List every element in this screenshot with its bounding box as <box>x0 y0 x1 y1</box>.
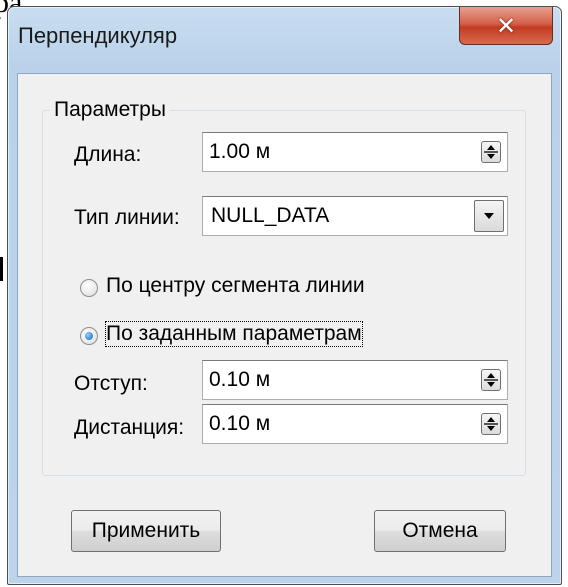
parameters-group-label: Параметры <box>50 98 170 122</box>
distance-field[interactable]: 0.10 м <box>202 404 508 444</box>
window-title: Перпендикуляр <box>18 23 178 48</box>
dialog-window: Перпендикуляр ✕ Параметры Длина: 1.00 м … <box>7 6 562 585</box>
distance-spin-icon[interactable] <box>481 413 501 435</box>
radio-segment-center[interactable] <box>80 279 98 297</box>
length-field[interactable]: 1.00 м <box>202 132 508 172</box>
close-button[interactable]: ✕ <box>459 7 553 45</box>
background-tick <box>0 257 3 281</box>
line-type-select[interactable]: NULL_DATA <box>202 196 508 236</box>
length-spin-icon[interactable] <box>481 141 501 163</box>
offset-spin-icon[interactable] <box>481 369 501 391</box>
apply-button[interactable]: Применить <box>71 510 221 552</box>
length-value: 1.00 м <box>209 140 271 163</box>
dialog-client-area: Параметры Длина: 1.00 м Тип линии: NULL_… <box>17 73 552 577</box>
line-type-label: Тип линии: <box>74 206 180 229</box>
distance-label: Дистанция: <box>74 416 185 439</box>
distance-value: 0.10 м <box>209 412 271 435</box>
radio-custom-params[interactable] <box>80 327 98 345</box>
offset-field[interactable]: 0.10 м <box>202 360 508 400</box>
radio-custom-params-label[interactable]: По заданным параметрам <box>105 321 363 347</box>
offset-label: Отступ: <box>74 372 148 395</box>
close-icon: ✕ <box>495 11 517 40</box>
radio-segment-center-label[interactable]: По центру сегмента линии <box>106 274 365 298</box>
chevron-down-icon[interactable] <box>474 200 504 232</box>
line-type-value: NULL_DATA <box>211 204 330 227</box>
length-label: Длина: <box>74 143 142 166</box>
offset-value: 0.10 м <box>209 368 271 391</box>
cancel-button[interactable]: Отмена <box>374 510 506 552</box>
